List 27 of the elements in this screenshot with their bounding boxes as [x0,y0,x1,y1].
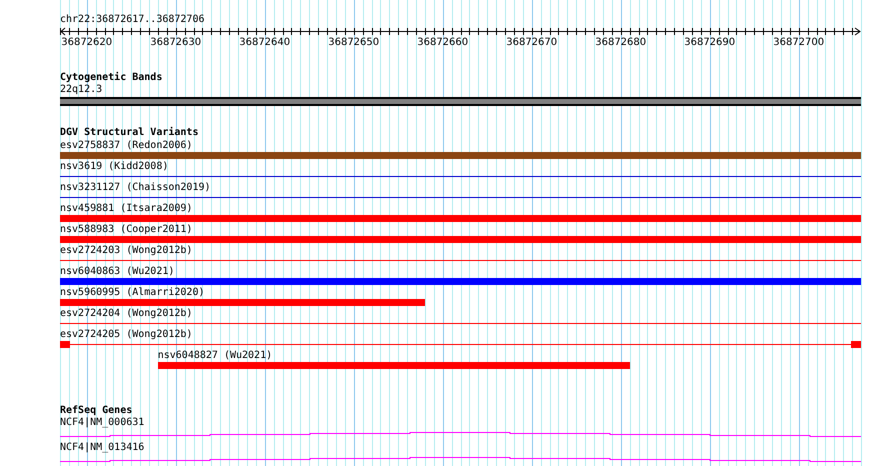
variant-label: nsv3231127 (Chaisson2019) [60,181,211,194]
variant-label: esv2724205 (Wong2012b) [60,328,192,341]
variant-label: nsv6040863 (Wu2021) [60,265,174,278]
ruler-tick-label: 36872680 [595,37,646,49]
variant-label: nsv5960995 (Almarri2020) [60,286,204,299]
variant-label: esv2724204 (Wong2012b) [60,307,192,320]
variant-label: nsv6048827 (Wu2021) [158,349,272,362]
track-title: RefSeq Genes [60,405,134,417]
ruler-tick-label: 36872650 [328,37,380,49]
band-label: 22q12.3 [60,84,102,96]
ruler-tick-label: 36872690 [684,37,736,49]
variant-label: nsv588983 (Cooper2011) [60,223,192,236]
location-label: chr22:36872617..36872706 [60,14,206,26]
track-title: DGV Structural Variants [60,127,200,139]
gene-label: NCF4|NM_013416 [60,442,144,454]
ruler-tick-label: 36872660 [417,37,468,49]
gene-label: NCF4|NM_000631 [60,417,144,429]
variant-label: esv2724203 (Wong2012b) [60,244,192,257]
variant-label: nsv3619 (Kidd2008) [60,160,168,173]
variant-label: esv2758837 (Redon2006) [60,139,192,152]
ruler-tick-label: 36872620 [61,37,112,49]
track-title: Cytogenetic Bands [60,72,164,84]
ruler-tick-label: 36872640 [239,37,290,49]
variant-label: nsv459881 (Itsara2009) [60,202,192,215]
ruler-tick-label: 36872670 [506,37,558,49]
ruler-tick-label: 36872700 [773,37,824,49]
ruler-tick-label: 36872630 [150,37,202,49]
